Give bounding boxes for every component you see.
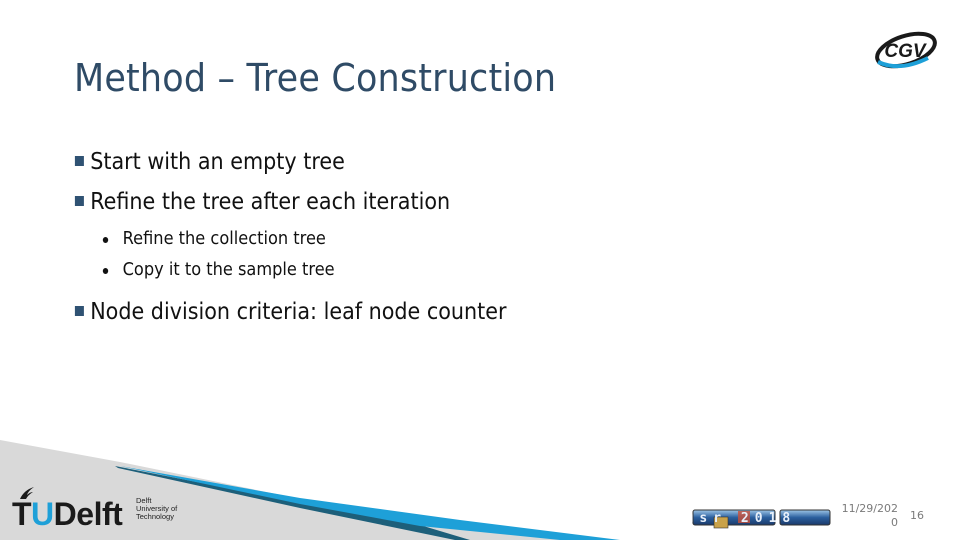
bullet-list: Start with an empty tree Refine the tree… — [74, 148, 555, 338]
sub-bullet-item: Refine the collection tree — [74, 228, 507, 259]
bullet-text: Start with an empty tree — [90, 149, 345, 175]
bullet-item: Refine the tree after each iteration — [74, 188, 507, 228]
tudelft-wordmark: TUDelft — [12, 496, 123, 532]
sub-bullet-text: Copy it to the sample tree — [122, 259, 335, 280]
bullet-text: Node division criteria: leaf node counte… — [90, 299, 507, 325]
sub-bullet-item: Copy it to the sample tree — [74, 259, 507, 290]
slide-page-number: 16 — [910, 509, 924, 522]
cgv-logo-text: CGV — [884, 41, 927, 62]
egsr-logo-text: egsr 2018 — [692, 511, 796, 526]
slide-title: Method – Tree Construction — [74, 56, 557, 100]
tudelft-subtitle: Delft University of Technology — [136, 496, 178, 521]
sub-bullet-text: Refine the collection tree — [122, 228, 326, 249]
bullet-text: Refine the tree after each iteration — [90, 189, 451, 215]
bullet-item: Start with an empty tree — [74, 148, 507, 188]
square-bullet-icon — [74, 156, 84, 166]
round-bullet-icon — [102, 268, 109, 274]
slide-date: 11/29/202 0 — [841, 502, 898, 529]
round-bullet-icon — [102, 237, 109, 243]
egsr-2018-logo: egsr 2018 — [692, 509, 831, 529]
cgv-logo: CGV — [875, 31, 937, 69]
square-bullet-icon — [74, 306, 84, 316]
bullet-item: Node division criteria: leaf node counte… — [74, 298, 507, 338]
square-bullet-icon — [74, 196, 84, 206]
